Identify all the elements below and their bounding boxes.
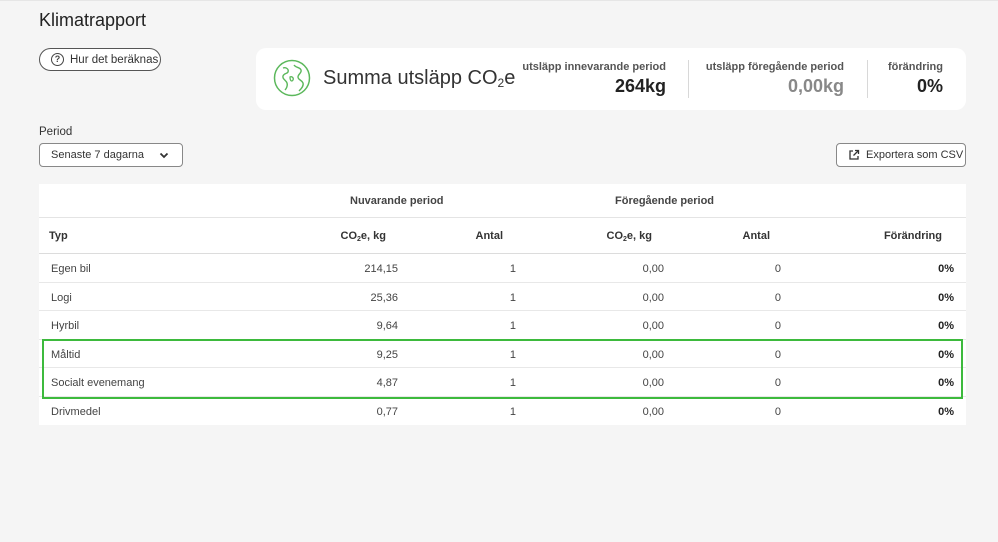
cell-change: 0% [938, 348, 954, 361]
cell-prev-antal: 0 [774, 263, 781, 275]
cell-change: 0% [938, 405, 954, 418]
cell-prev-co2: 0,00 [642, 377, 664, 390]
period-selected-value: Senaste 7 dagarna [51, 149, 144, 161]
cell-change: 0% [938, 263, 954, 275]
cell-antal: 1 [509, 377, 516, 390]
how-calculated-label: Hur det beräknas [70, 53, 159, 66]
column-header-type: Typ [49, 230, 68, 242]
cell-prev-co2: 0,00 [642, 291, 664, 304]
stat-divider [688, 60, 689, 98]
cell-antal: 1 [509, 291, 516, 304]
cell-antal: 1 [509, 263, 516, 275]
change-value: 0% [916, 76, 943, 96]
group-header-previous: Föregående period [615, 195, 715, 207]
current-emissions-value: 264kg [614, 76, 666, 96]
how-calculated-button[interactable]: ? Hur det beräknas [39, 48, 161, 71]
change-label: förändring [888, 61, 943, 73]
period-label: Period [39, 126, 73, 138]
table-body: Egen bil 214,15 1 0,00 0 0% Logi 25,36 1… [39, 254, 966, 426]
top-divider [0, 0, 998, 1]
stat-divider [867, 60, 868, 98]
table-column-header-row: Typ CO2e, kg Antal CO2e, kg Antal Föränd… [39, 218, 966, 254]
cell-antal: 1 [509, 405, 516, 418]
cell-co2: 9,64 [376, 320, 398, 333]
globe-icon [273, 59, 311, 97]
cell-co2: 4,87 [376, 377, 398, 390]
cell-type: Hyrbil [51, 320, 80, 333]
cell-prev-antal: 0 [774, 377, 781, 390]
column-header-prev-co2: CO2e, kg [606, 230, 652, 243]
external-link-icon [849, 149, 860, 160]
cell-prev-co2: 0,00 [642, 320, 664, 333]
table-group-header-row: Nuvarande period Föregående period [39, 184, 966, 218]
cell-prev-antal: 0 [774, 320, 781, 333]
cell-change: 0% [938, 320, 954, 333]
export-csv-label: Exportera som CSV [866, 149, 964, 161]
cell-type: Egen bil [51, 263, 91, 275]
cell-co2: 214,15 [364, 263, 398, 275]
period-select[interactable]: Senaste 7 dagarna [39, 143, 183, 167]
previous-emissions-label: utsläpp föregående period [705, 61, 844, 73]
cell-change: 0% [938, 377, 954, 390]
previous-emissions-value: 0,00kg [787, 76, 844, 96]
cell-type: Socialt evenemang [51, 377, 145, 390]
table-row: Drivmedel 0,77 1 0,00 0 0% [39, 397, 966, 426]
question-circle-icon: ? [51, 53, 64, 66]
emissions-table: Nuvarande period Föregående period Typ C… [39, 184, 966, 425]
summary-title: Summa utsläpp CO2e [323, 67, 516, 90]
cell-prev-co2: 0,00 [642, 263, 664, 275]
column-header-prev-antal: Antal [742, 230, 771, 242]
table-row: Egen bil 214,15 1 0,00 0 0% [39, 254, 966, 283]
cell-type: Drivmedel [51, 405, 101, 418]
change-stat: förändring 0% [888, 61, 943, 97]
cell-prev-co2: 0,00 [642, 348, 664, 361]
group-header-current: Nuvarande period [350, 195, 444, 207]
cell-prev-co2: 0,00 [642, 405, 664, 418]
cell-co2: 0,77 [376, 405, 398, 418]
cell-antal: 1 [509, 348, 516, 361]
page-title: Klimatrapport [39, 10, 147, 30]
column-header-change: Förändring [883, 230, 942, 242]
table-row: Hyrbil 9,64 1 0,00 0 0% [39, 311, 966, 340]
cell-antal: 1 [509, 320, 516, 333]
export-csv-button[interactable]: Exportera som CSV [836, 143, 966, 167]
column-header-co2: CO2e, kg [340, 230, 386, 243]
summary-card: Summa utsläpp CO2e utsläpp innevarande p… [256, 48, 966, 110]
previous-emissions-stat: utsläpp föregående period 0,00kg [706, 61, 844, 97]
current-emissions-label: utsläpp innevarande period [522, 61, 666, 73]
cell-type: Logi [51, 291, 72, 304]
cell-co2: 25,36 [370, 291, 398, 304]
cell-change: 0% [938, 291, 954, 304]
cell-prev-antal: 0 [774, 405, 781, 418]
chevron-down-icon [159, 152, 169, 159]
cell-type: Måltid [51, 348, 81, 361]
table-row: Måltid 9,25 1 0,00 0 0% [39, 340, 966, 369]
table-row: Logi 25,36 1 0,00 0 0% [39, 283, 966, 312]
cell-prev-antal: 0 [774, 291, 781, 304]
column-header-antal: Antal [475, 230, 504, 242]
table-row: Socialt evenemang 4,87 1 0,00 0 0% [39, 368, 966, 397]
cell-prev-antal: 0 [774, 348, 781, 361]
cell-co2: 9,25 [376, 348, 398, 361]
current-emissions-stat: utsläpp innevarande period 264kg [522, 61, 666, 97]
